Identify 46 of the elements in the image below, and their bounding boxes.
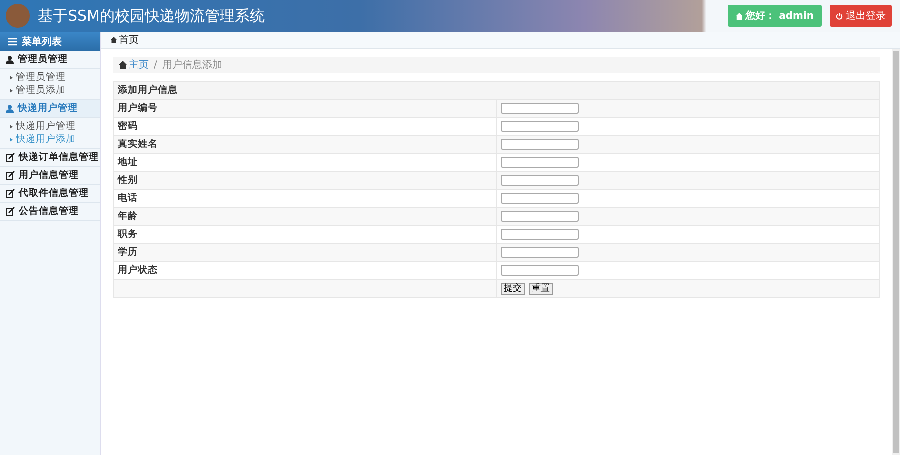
menu-icon (8, 38, 17, 46)
input-field[interactable] (501, 103, 579, 114)
tab[interactable]: 首页 (109, 33, 141, 47)
app-title: 基于SSM的校园快递物流管理系统 (38, 6, 265, 26)
form-title: 添加用户信息 (114, 82, 880, 100)
sidebar-group[interactable]: 公告信息管理 (0, 203, 100, 221)
sidebar-group[interactable]: 代取件信息管理 (0, 185, 100, 203)
power-icon (836, 12, 843, 20)
edit-icon (6, 189, 15, 198)
sidebar-group[interactable]: 快递订单信息管理 (0, 149, 100, 167)
scrollbar[interactable] (892, 49, 900, 455)
form-button[interactable]: 提交 (501, 282, 525, 294)
input-field[interactable] (501, 193, 579, 204)
input-field[interactable] (501, 229, 579, 240)
home-icon (111, 37, 117, 43)
edit-icon (6, 207, 15, 216)
input-field[interactable] (501, 265, 579, 276)
sidebar-item[interactable]: 快递用户管理 (0, 120, 100, 133)
sidebar-title-text: 菜单列表 (22, 36, 62, 48)
avatar (6, 4, 30, 28)
field-label: 真实姓名 (114, 136, 496, 154)
input-field[interactable] (501, 175, 579, 186)
logout-button[interactable]: 退出登录 (830, 5, 892, 27)
sidebar-group[interactable]: 快递用户管理 (0, 100, 100, 118)
field-label: 年龄 (114, 208, 496, 226)
input-field[interactable] (501, 121, 579, 132)
sidebar-item[interactable]: 管理员管理 (0, 71, 100, 84)
field-label: 用户编号 (114, 100, 496, 118)
field-label: 性别 (114, 172, 496, 190)
home-icon (736, 12, 743, 20)
input-field[interactable] (501, 211, 579, 222)
sidebar-group[interactable]: 管理员管理 (0, 51, 100, 69)
breadcrumb-separator: / (154, 60, 158, 70)
input-field[interactable] (501, 139, 579, 150)
user-icon (6, 56, 14, 64)
form-button[interactable]: 重置 (529, 282, 553, 294)
user-icon (6, 104, 14, 112)
home-icon (119, 61, 127, 69)
input-field[interactable] (501, 157, 579, 168)
breadcrumb-current: 用户信息添加 (162, 58, 222, 72)
field-label: 学历 (114, 244, 496, 262)
sidebar-item[interactable]: 管理员添加 (0, 84, 100, 97)
edit-icon (6, 171, 15, 180)
edit-icon (6, 153, 15, 162)
input-field[interactable] (501, 247, 579, 258)
sidebar-group[interactable]: 用户信息管理 (0, 167, 100, 185)
